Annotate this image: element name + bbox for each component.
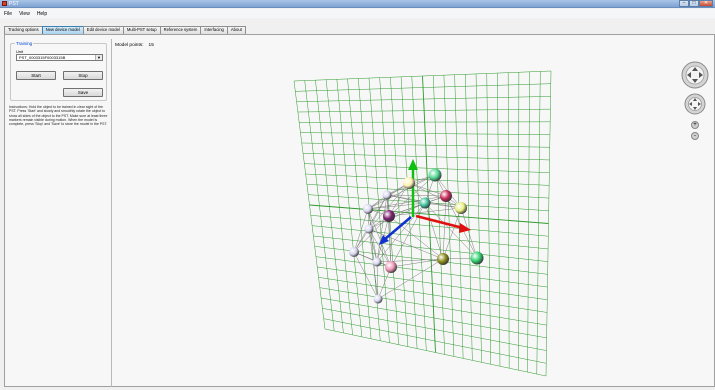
marker-sphere bbox=[364, 224, 374, 234]
x-axis bbox=[415, 214, 471, 233]
tab-about[interactable]: About bbox=[226, 26, 246, 34]
zoom-in-icon[interactable]: + bbox=[691, 121, 699, 129]
start-button[interactable]: Start bbox=[16, 71, 56, 80]
marker-connection-line bbox=[367, 208, 378, 263]
stop-button[interactable]: Stop bbox=[63, 71, 103, 80]
grid-line bbox=[323, 318, 547, 364]
marker-sphere bbox=[470, 251, 484, 265]
unit-select-value: PST_0003315F0003315B bbox=[19, 55, 66, 60]
tab-interfacing[interactable]: Interfacing bbox=[200, 26, 228, 34]
tab-tracking-options[interactable]: Tracking options bbox=[4, 26, 43, 34]
window-title: PST bbox=[9, 1, 19, 7]
grid-plane bbox=[293, 70, 552, 377]
instructions-text: Instructions: Hold the object to be trai… bbox=[9, 105, 108, 127]
app-icon bbox=[2, 1, 7, 6]
marker-sphere bbox=[403, 177, 415, 189]
training-legend: Training bbox=[15, 41, 34, 46]
window-controls: – □ ✕ bbox=[679, 0, 713, 7]
grid-line bbox=[321, 297, 547, 339]
menu-file[interactable]: File bbox=[4, 11, 12, 17]
minimize-icon[interactable]: – bbox=[679, 0, 689, 7]
marker-sphere bbox=[372, 257, 382, 267]
tab-bar: Tracking options New device model Edit d… bbox=[4, 26, 246, 34]
rotate-control-icon[interactable] bbox=[681, 61, 709, 89]
pan-control-icon[interactable] bbox=[683, 93, 707, 115]
tab-multi-pst-setup[interactable]: Multi-PST setup bbox=[122, 26, 161, 34]
marker-sphere bbox=[363, 204, 373, 214]
marker-connection-line bbox=[376, 194, 388, 263]
marker-sphere bbox=[382, 190, 392, 200]
grid-line bbox=[324, 328, 547, 377]
marker-sphere bbox=[419, 197, 431, 209]
panel-divider[interactable] bbox=[111, 39, 112, 387]
marker-sphere bbox=[385, 261, 397, 273]
menu-help[interactable]: Help bbox=[37, 11, 47, 17]
3d-viewport[interactable]: + - bbox=[113, 49, 714, 386]
tab-reference-system[interactable]: Reference system bbox=[159, 26, 202, 34]
training-group: Training Unit PST_0003315F0003315B ▼ Sta… bbox=[10, 41, 107, 101]
chevron-down-icon[interactable]: ▼ bbox=[95, 55, 102, 60]
title-bar: PST – □ ✕ bbox=[0, 0, 715, 8]
close-icon[interactable]: ✕ bbox=[699, 0, 713, 7]
menu-bar: File View Help bbox=[0, 9, 715, 18]
unit-select[interactable]: PST_0003315F0003315B ▼ bbox=[16, 54, 103, 61]
marker-connection-line bbox=[386, 194, 447, 197]
marker-sphere bbox=[373, 294, 383, 304]
marker-sphere bbox=[428, 168, 442, 182]
marker-sphere bbox=[383, 210, 395, 222]
model-points-label: Model points: bbox=[115, 43, 144, 48]
marker-connection-line bbox=[367, 195, 447, 210]
tab-content-panel: Training Unit PST_0003315F0003315B ▼ Sta… bbox=[4, 34, 715, 387]
model-points-value: 15 bbox=[148, 43, 154, 48]
application-window: PST – □ ✕ File View Help Tracking option… bbox=[0, 0, 715, 390]
marker-sphere bbox=[349, 247, 359, 257]
save-button[interactable]: Save bbox=[63, 88, 103, 97]
zoom-out-icon[interactable]: - bbox=[691, 132, 699, 140]
marker-connection-line bbox=[424, 202, 444, 260]
maximize-icon[interactable]: □ bbox=[689, 0, 699, 7]
marker-sphere bbox=[455, 202, 467, 214]
menu-view[interactable]: View bbox=[19, 11, 30, 17]
grid-line bbox=[518, 72, 520, 371]
grid-line bbox=[319, 287, 547, 326]
marker-connections bbox=[353, 174, 478, 300]
marker-sphere bbox=[437, 253, 449, 265]
tab-new-device-model[interactable]: New device model bbox=[41, 26, 84, 34]
model-points-readout: Model points: 15 bbox=[115, 43, 159, 48]
tab-edit-device-model[interactable]: Edit device model bbox=[82, 26, 124, 34]
marker-sphere bbox=[440, 190, 452, 202]
grid-line bbox=[322, 308, 547, 351]
model-scene[interactable] bbox=[113, 49, 714, 386]
